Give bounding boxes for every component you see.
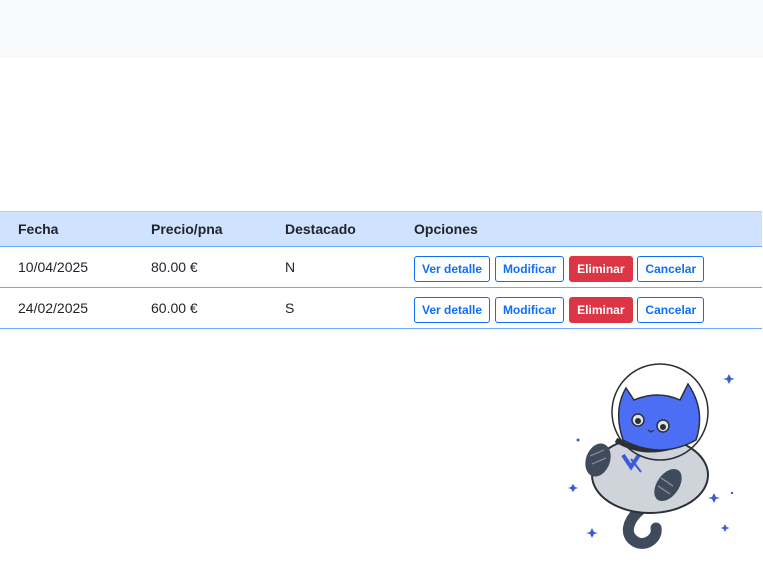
cell-destacado: S bbox=[267, 287, 396, 329]
eliminar-button[interactable]: Eliminar bbox=[569, 296, 633, 323]
modificar-button[interactable]: Modificar bbox=[494, 296, 565, 323]
cell-destacado: N bbox=[267, 246, 396, 288]
header-precio: Precio/pna bbox=[133, 211, 267, 247]
header-opciones: Opciones bbox=[396, 211, 762, 247]
top-bar bbox=[0, 0, 763, 58]
cell-fecha: 24/02/2025 bbox=[0, 287, 133, 329]
cancelar-button[interactable]: Cancelar bbox=[637, 296, 705, 323]
cell-precio: 80.00 € bbox=[133, 246, 267, 288]
offers-table: Fecha Precio/pna Destacado Opciones 10/0… bbox=[0, 211, 762, 329]
cell-opciones: Ver detalle Modificar Eliminar Cancelar bbox=[396, 246, 762, 288]
table-row: 10/04/2025 80.00 € N Ver detalle Modific… bbox=[0, 246, 762, 288]
cancelar-button[interactable]: Cancelar bbox=[637, 255, 705, 282]
table-row: 24/02/2025 60.00 € S Ver detalle Modific… bbox=[0, 287, 762, 329]
cell-fecha: 10/04/2025 bbox=[0, 246, 133, 288]
eliminar-button[interactable]: Eliminar bbox=[569, 255, 633, 282]
astronaut-cat-icon bbox=[568, 363, 735, 549]
cell-opciones: Ver detalle Modificar Eliminar Cancelar bbox=[396, 287, 762, 329]
header-fecha: Fecha bbox=[0, 211, 133, 247]
header-destacado: Destacado bbox=[267, 211, 396, 247]
ver-detalle-button[interactable]: Ver detalle bbox=[414, 296, 491, 323]
table-container: Fecha Precio/pna Destacado Opciones 10/0… bbox=[0, 211, 762, 329]
cell-precio: 60.00 € bbox=[133, 287, 267, 329]
table-header-row: Fecha Precio/pna Destacado Opciones bbox=[0, 211, 762, 247]
page: Fecha Precio/pna Destacado Opciones 10/0… bbox=[0, 0, 763, 587]
ver-detalle-button[interactable]: Ver detalle bbox=[414, 255, 491, 282]
modificar-button[interactable]: Modificar bbox=[494, 255, 565, 282]
